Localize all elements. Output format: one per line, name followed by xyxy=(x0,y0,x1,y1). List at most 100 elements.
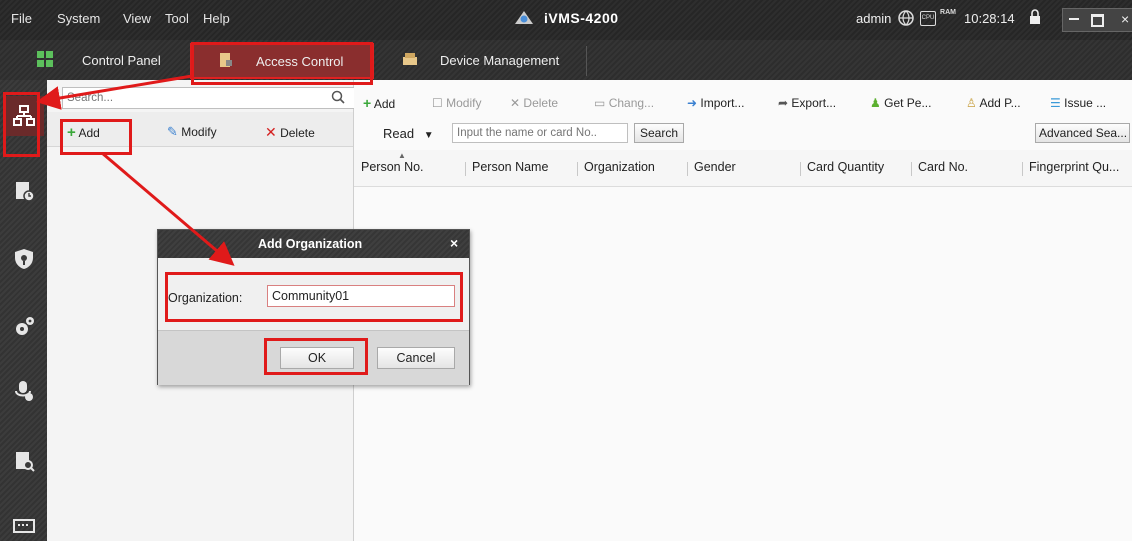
column-card-quantity[interactable]: Card Quantity xyxy=(807,160,884,174)
settings-gears-icon[interactable] xyxy=(13,316,35,338)
change-card-button[interactable]: ▭ Chang... xyxy=(594,96,654,110)
search-icon[interactable] xyxy=(331,90,345,104)
user-name[interactable]: admin xyxy=(856,11,891,26)
column-person-name[interactable]: Person Name xyxy=(472,160,548,174)
maximize-icon[interactable] xyxy=(1091,14,1104,27)
import-label: Import... xyxy=(700,96,745,110)
add-person-label: Add P... xyxy=(979,96,1021,110)
plus-icon: + xyxy=(363,95,372,111)
column-separator xyxy=(465,162,466,176)
app-title: iVMS-4200 xyxy=(544,10,619,26)
issue-card-icon: ☰ xyxy=(1050,96,1061,110)
read-dropdown[interactable]: Read ▼ xyxy=(383,126,434,141)
close-icon[interactable]: × xyxy=(1121,11,1129,27)
cancel-button[interactable]: Cancel xyxy=(377,347,455,369)
organization-search-input[interactable] xyxy=(62,87,355,109)
search-button[interactable]: Search xyxy=(634,123,684,143)
dropdown-arrow-icon: ▼ xyxy=(423,130,434,141)
video-intercom-icon[interactable] xyxy=(13,380,35,402)
person-delete-button[interactable]: ✕ Delete xyxy=(510,96,558,110)
people-icon: ♙ xyxy=(966,96,977,110)
edit-icon: ✎ xyxy=(167,124,178,139)
lock-icon[interactable] xyxy=(1028,9,1042,25)
change-label: Chang... xyxy=(608,96,655,110)
grid-icon xyxy=(37,51,53,67)
export-label: Export... xyxy=(791,96,837,110)
menu-system[interactable]: System xyxy=(57,11,100,26)
camera-logo-icon xyxy=(515,11,533,24)
tab-label: Control Panel xyxy=(82,53,161,68)
dialog-close-icon[interactable]: × xyxy=(450,235,458,251)
plus-icon: + xyxy=(67,124,76,141)
cpu-icon: CPU xyxy=(920,11,936,26)
globe-icon[interactable] xyxy=(898,10,914,26)
read-label: Read xyxy=(383,126,415,141)
import-icon: ➜ xyxy=(687,96,698,110)
door-access-icon xyxy=(220,53,232,67)
get-person-button[interactable]: ♟ Get Pe... xyxy=(870,96,931,110)
menu-help[interactable]: Help xyxy=(203,11,230,26)
person-search-input[interactable] xyxy=(452,123,628,143)
org-modify-label: Modify xyxy=(181,125,217,139)
tab-access-control[interactable]: Access Control xyxy=(190,43,374,79)
issue-card-button[interactable]: ☰ Issue ... xyxy=(1050,96,1106,110)
tab-control-panel[interactable]: Control Panel xyxy=(30,44,180,76)
rail-item-person-management[interactable] xyxy=(4,96,44,136)
export-icon: ➦ xyxy=(778,96,789,110)
organization-toolbar: + Add ✎ Modify ✕ Delete xyxy=(47,112,353,147)
tab-device-management[interactable]: Device Management xyxy=(395,44,585,76)
permission-shield-icon[interactable] xyxy=(13,248,35,270)
keypad-icon[interactable] xyxy=(13,515,35,537)
edit-icon: ☐ xyxy=(432,96,443,110)
column-separator xyxy=(1022,162,1023,176)
org-delete-button[interactable]: ✕ Delete xyxy=(265,124,315,141)
column-organization[interactable]: Organization xyxy=(584,160,655,174)
column-gender[interactable]: Gender xyxy=(694,160,736,174)
dialog-title: Add Organization xyxy=(258,237,363,251)
event-search-icon[interactable] xyxy=(13,450,35,472)
schedule-icon[interactable] xyxy=(13,180,35,202)
org-add-button[interactable]: + Add xyxy=(67,124,100,141)
issue-label: Issue ... xyxy=(1064,96,1107,110)
menu-tool[interactable]: Tool xyxy=(165,11,189,26)
column-separator xyxy=(577,162,578,176)
left-icon-rail xyxy=(0,80,47,541)
org-add-label: Add xyxy=(78,126,100,140)
add-organization-dialog: Add Organization × Organization: OK Canc… xyxy=(157,229,470,385)
window-controls: × xyxy=(1062,8,1132,32)
column-fingerprint-quantity[interactable]: Fingerprint Qu... xyxy=(1029,160,1119,174)
export-button[interactable]: ➦ Export... xyxy=(778,96,836,110)
clock-time: 10:28:14 xyxy=(964,11,1015,26)
tab-label: Access Control xyxy=(256,54,344,69)
person-modify-button[interactable]: ☐ Modify xyxy=(432,96,481,110)
dialog-footer: OK Cancel xyxy=(158,330,469,385)
organization-name-input[interactable] xyxy=(267,285,455,307)
card-icon: ▭ xyxy=(594,96,606,110)
column-separator xyxy=(687,162,688,176)
minimize-icon[interactable] xyxy=(1069,18,1079,20)
column-separator xyxy=(911,162,912,176)
organization-field-label: Organization: xyxy=(168,291,243,305)
menu-file[interactable]: File xyxy=(11,11,32,26)
dialog-title-bar[interactable]: Add Organization × xyxy=(158,230,469,258)
ok-button[interactable]: OK xyxy=(280,347,354,369)
get-person-label: Get Pe... xyxy=(884,96,932,110)
column-card-no[interactable]: Card No. xyxy=(918,160,968,174)
org-modify-button[interactable]: ✎ Modify xyxy=(167,124,217,140)
add-label: Add xyxy=(373,97,396,111)
modify-label: Modify xyxy=(446,96,482,110)
delete-label: Delete xyxy=(523,96,559,110)
title-bar: File System View Tool Help iVMS-4200 adm… xyxy=(0,0,1132,40)
column-person-no[interactable]: Person No. xyxy=(361,160,424,174)
table-header xyxy=(354,150,1132,187)
get-person-icon: ♟ xyxy=(870,96,881,110)
ram-icon: RAM xyxy=(940,9,956,16)
tab-divider xyxy=(586,46,587,76)
module-tab-bar: Control Panel Access Control Device Mana… xyxy=(0,40,1132,80)
delete-x-icon: ✕ xyxy=(510,96,521,110)
menu-view[interactable]: View xyxy=(123,11,151,26)
person-add-button[interactable]: + Add xyxy=(363,95,395,111)
advanced-search-button[interactable]: Advanced Sea... xyxy=(1035,123,1130,143)
add-person-batch-button[interactable]: ♙ Add P... xyxy=(966,96,1021,110)
import-button[interactable]: ➜ Import... xyxy=(687,96,744,110)
